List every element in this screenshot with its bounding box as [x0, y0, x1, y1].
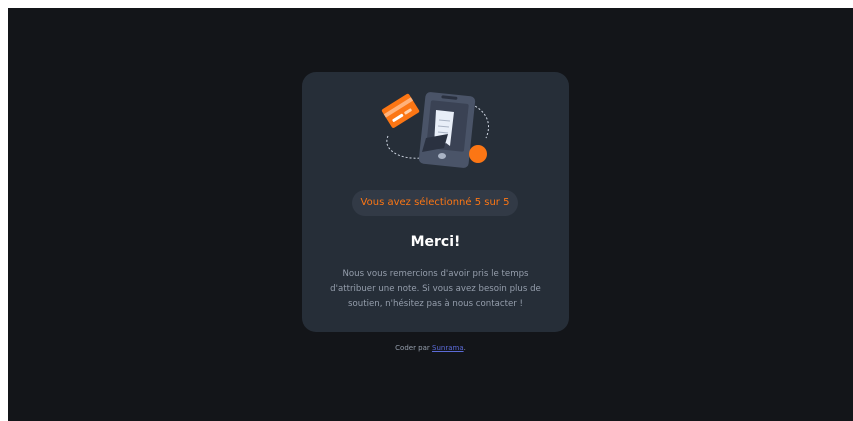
- credit-card: [381, 93, 420, 128]
- attribution: Coder par Sunrama.: [8, 344, 853, 352]
- accent-dot: [469, 145, 487, 163]
- attribution-suffix: .: [463, 344, 466, 352]
- page-title: Merci!: [410, 234, 461, 250]
- thank-you-card: Vous avez sélectionné 5 sur 5 Merci! Nou…: [302, 72, 569, 332]
- attribution-prefix: Coder par: [395, 344, 433, 352]
- page-background: Vous avez sélectionné 5 sur 5 Merci! Nou…: [8, 8, 853, 421]
- phone-home-button: [438, 153, 446, 159]
- selection-text: Vous avez sélectionné 5 sur 5: [360, 197, 510, 208]
- orbit-dashed-left: [386, 135, 423, 159]
- phone-with-card-and-receipt-illustration: [381, 92, 489, 168]
- selection-badge: Vous avez sélectionné 5 sur 5: [352, 190, 518, 216]
- thank-you-message: Nous vous remercions d'avoir pris le tem…: [330, 269, 541, 309]
- author-link[interactable]: Sunrama: [432, 344, 464, 352]
